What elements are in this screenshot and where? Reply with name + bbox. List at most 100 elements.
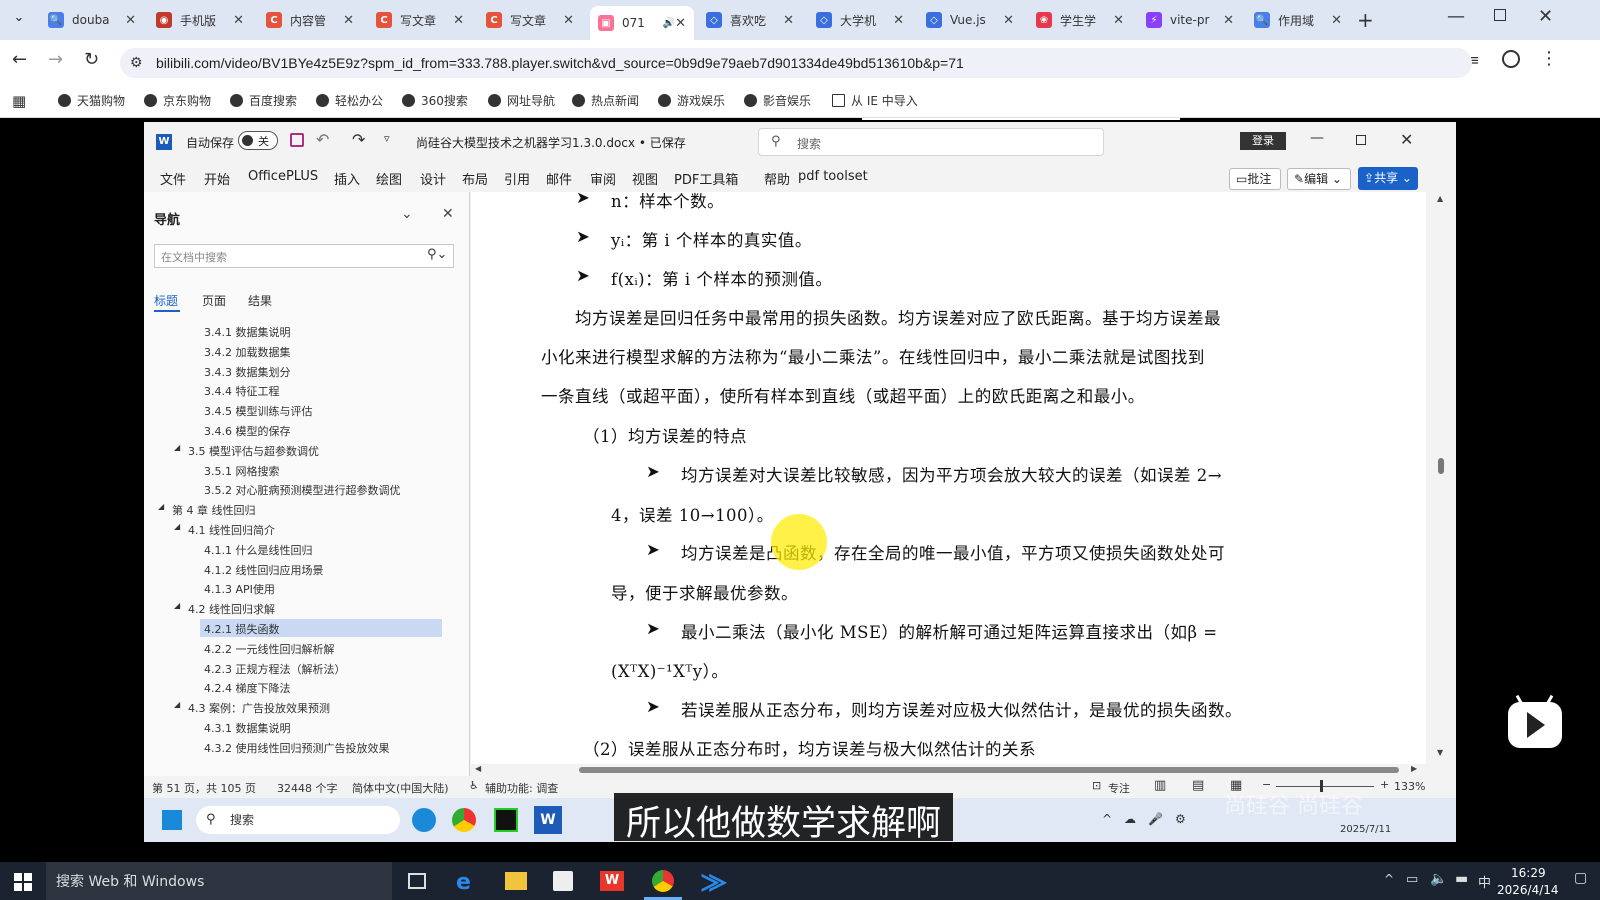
collapse-arrow-icon[interactable]: ◢ bbox=[158, 502, 164, 511]
chrome-taskbar-icon[interactable] bbox=[652, 870, 674, 892]
bookmark-item[interactable]: 百度搜索 bbox=[230, 92, 297, 109]
doc-title[interactable]: 尚硅谷大模型技术之机器学习1.3.0.docx • 已保存 bbox=[416, 134, 686, 151]
ribbon-tab[interactable]: 帮助 bbox=[764, 169, 790, 188]
bookmark-item[interactable]: 游戏娱乐 bbox=[658, 92, 725, 109]
back-icon[interactable]: ← bbox=[12, 49, 27, 70]
site-info-icon[interactable]: ⚙ bbox=[130, 54, 143, 71]
network-icon[interactable]: ▭ bbox=[1406, 872, 1418, 887]
nav-heading-item[interactable]: 4.2.2 一元线性回归解析解 bbox=[204, 641, 335, 657]
nav-heading-item[interactable]: 4.3 案例：广告投放效果预测 bbox=[188, 700, 330, 716]
close-window-icon[interactable]: ✕ bbox=[1538, 6, 1553, 27]
clock-date[interactable]: 2026/4/14 bbox=[1497, 883, 1559, 897]
h-scroll-thumb[interactable] bbox=[579, 767, 1399, 773]
ribbon-tab[interactable]: PDF工具箱 bbox=[674, 169, 738, 188]
tab-close-icon[interactable]: ✕ bbox=[1331, 13, 1342, 28]
nav-tab[interactable]: 页面 bbox=[202, 292, 226, 309]
status-page[interactable]: 第 51 页，共 105 页 bbox=[152, 780, 256, 796]
scroll-left-icon[interactable]: ◀ bbox=[475, 764, 481, 773]
ribbon-tab[interactable]: 设计 bbox=[420, 169, 446, 188]
login-button[interactable]: 登录 bbox=[1240, 132, 1286, 150]
nav-heading-item[interactable]: 4.2.1 损失函数 bbox=[204, 621, 280, 637]
horizontal-scrollbar[interactable]: ◀ ▶ bbox=[471, 764, 1426, 776]
ribbon-tab[interactable]: 文件 bbox=[160, 169, 186, 188]
bookmark-item[interactable]: 从 IE 中导入 bbox=[832, 92, 918, 109]
scroll-up-icon[interactable]: ▲ bbox=[1437, 194, 1443, 203]
nav-tab[interactable]: 结果 bbox=[248, 292, 272, 309]
tab-close-icon[interactable]: ✕ bbox=[1113, 13, 1124, 28]
browser-tab[interactable]: 🔍 douba ✕ bbox=[40, 6, 144, 34]
browser-tab[interactable]: ❀ 学生学 ✕ bbox=[1028, 6, 1132, 34]
collapse-arrow-icon[interactable]: ◢ bbox=[174, 522, 180, 531]
share-button[interactable]: ⇪共享 ⌄ bbox=[1358, 167, 1418, 190]
tab-search-dropdown-icon[interactable]: ⌄ bbox=[8, 10, 30, 30]
browser-tab[interactable]: ◇ Vue.js ✕ bbox=[918, 6, 1022, 34]
nav-heading-item[interactable]: 4.2.4 梯度下降法 bbox=[204, 680, 291, 696]
tab-close-icon[interactable]: ✕ bbox=[1003, 13, 1014, 28]
bilibili-play-button[interactable] bbox=[1508, 694, 1562, 748]
ribbon-tab[interactable]: 邮件 bbox=[546, 169, 572, 188]
tab-close-icon[interactable]: ✕ bbox=[233, 13, 244, 28]
bookmark-item[interactable]: 网址导航 bbox=[488, 92, 555, 109]
title-chevron-icon[interactable]: ⌄ bbox=[666, 132, 675, 145]
windows-start-icon[interactable] bbox=[14, 873, 32, 891]
store-icon[interactable] bbox=[553, 871, 573, 891]
nav-heading-item[interactable]: 4.3.2 使用线性回归预测广告投放效果 bbox=[204, 740, 389, 756]
browser-tab[interactable]: ⚡ vite-pr ✕ bbox=[1138, 6, 1242, 34]
ribbon-tab[interactable]: 视图 bbox=[632, 169, 658, 188]
browser-tab[interactable]: ◇ 大学机 ✕ bbox=[808, 6, 912, 34]
ime-indicator[interactable]: 中 bbox=[1478, 872, 1491, 891]
browser-tab[interactable]: C 写文章 ✕ bbox=[368, 6, 472, 34]
nav-heading-item[interactable]: 3.5 模型评估与超参数调优 bbox=[188, 443, 319, 459]
nav-heading-item[interactable]: 4.1.3 API使用 bbox=[204, 581, 275, 597]
nav-heading-item[interactable]: 4.1.2 线性回归应用场景 bbox=[204, 562, 324, 578]
notification-icon[interactable]: ▢ bbox=[1574, 870, 1587, 886]
ribbon-tab[interactable]: 开始 bbox=[204, 169, 230, 188]
forward-icon[interactable]: → bbox=[48, 49, 63, 70]
nav-search-input[interactable]: 在文档中搜索 ⚲⌄ bbox=[154, 244, 454, 268]
word-search-input[interactable]: ⚲ 搜索 bbox=[758, 128, 1104, 156]
reload-icon[interactable]: ↻ bbox=[84, 49, 99, 70]
bookmark-item[interactable]: 影音娱乐 bbox=[744, 92, 811, 109]
document-page[interactable]: ➤ n：样本个数。 ➤ yᵢ：第 i 个样本的真实值。 ➤ f(xᵢ)：第 i 个样本的预… bbox=[471, 192, 1426, 764]
nav-heading-item[interactable]: 3.4.6 模型的保存 bbox=[204, 423, 291, 439]
clock-time[interactable]: 16:29 bbox=[1511, 866, 1546, 880]
nav-heading-item[interactable]: 4.1.1 什么是线性回归 bbox=[204, 542, 313, 558]
nav-heading-item[interactable]: 4.2.3 正规方程法（解析法） bbox=[204, 661, 346, 677]
nav-heading-item[interactable]: 第 4 章 线性回归 bbox=[172, 502, 256, 518]
restore-icon[interactable] bbox=[1494, 9, 1506, 21]
nav-heading-item[interactable]: 3.5.2 对心脏病预测模型进行超参数调优 bbox=[204, 482, 400, 498]
word-restore-icon[interactable] bbox=[1356, 135, 1366, 145]
tab-close-icon[interactable]: ✕ bbox=[783, 13, 794, 28]
ribbon-tab[interactable]: 审阅 bbox=[590, 169, 616, 188]
ribbon-tab[interactable]: pdf toolset bbox=[798, 169, 868, 184]
tab-close-icon[interactable]: ✕ bbox=[125, 13, 136, 28]
tab-close-icon[interactable]: ✕ bbox=[1223, 13, 1234, 28]
apps-grid-icon[interactable]: ▦ bbox=[12, 92, 26, 110]
ribbon-tab[interactable]: 引用 bbox=[504, 169, 530, 188]
nav-tab[interactable]: 标题 bbox=[154, 292, 178, 309]
bookmark-item[interactable]: 轻松办公 bbox=[316, 92, 383, 109]
bookmark-item[interactable]: 京东购物 bbox=[144, 92, 211, 109]
edge-taskbar-icon[interactable]: e bbox=[456, 870, 471, 895]
print-layout-icon[interactable]: ▤ bbox=[1192, 778, 1204, 793]
status-language[interactable]: 简体中文(中国大陆) bbox=[352, 780, 449, 796]
volume-icon[interactable]: 🔈 bbox=[1430, 871, 1447, 887]
minimize-icon[interactable]: — bbox=[1447, 6, 1465, 27]
nav-heading-item[interactable]: 3.4.3 数据集划分 bbox=[204, 364, 291, 380]
edit-mode-button[interactable]: ✎编辑 ⌄ bbox=[1287, 168, 1351, 190]
nav-heading-item[interactable]: 4.2 线性回归求解 bbox=[188, 601, 275, 617]
tab-close-icon[interactable]: ✕ bbox=[453, 13, 464, 28]
tab-audio-icon[interactable]: 🔊 bbox=[663, 18, 675, 29]
collapse-arrow-icon[interactable]: ◢ bbox=[174, 700, 180, 709]
nav-heading-item[interactable]: 3.5.1 网格搜索 bbox=[204, 463, 280, 479]
zoom-level[interactable]: 133% bbox=[1394, 780, 1425, 793]
nav-search-icon[interactable]: ⚲⌄ bbox=[427, 247, 447, 262]
bookmark-item[interactable]: 天猫购物 bbox=[58, 92, 125, 109]
zoom-slider[interactable] bbox=[1276, 786, 1374, 787]
nav-options-chevron-icon[interactable]: ⌄ bbox=[401, 206, 413, 222]
undo-icon[interactable]: ↶ bbox=[316, 130, 329, 149]
windows-search-box[interactable]: 搜索 Web 和 Windows bbox=[46, 862, 392, 900]
browser-tab[interactable]: 🔍 作用域 ✕ bbox=[1246, 6, 1350, 34]
bookmark-item[interactable]: 热点新闻 bbox=[572, 92, 639, 109]
save-icon[interactable] bbox=[290, 133, 304, 147]
